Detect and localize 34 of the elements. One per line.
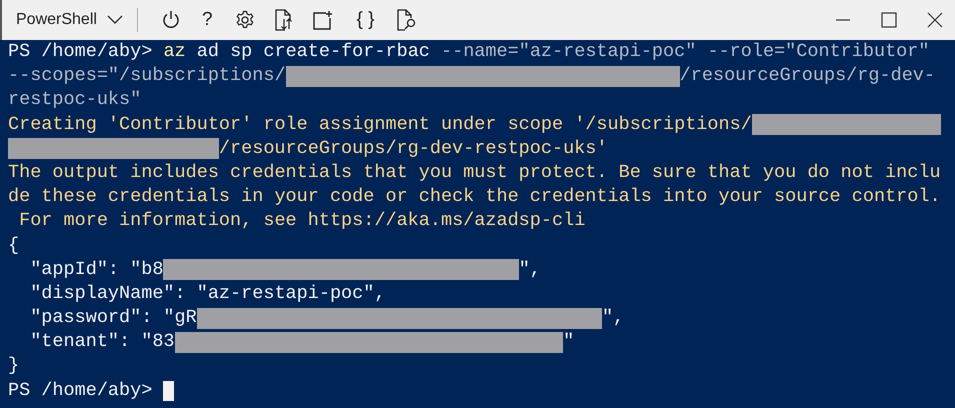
toolbar-button[interactable]: ? [200, 10, 215, 30]
file-search-icon[interactable] [396, 9, 416, 31]
command-text: az [163, 40, 186, 64]
new-session-icon[interactable] [312, 10, 335, 30]
prompt-text: PS /home/aby> [8, 378, 154, 403]
warning-text: For more information, see https://aka.ms/azadsp-cli [18, 209, 586, 234]
parameter-text: /resourceGroups/rg-dev- [680, 64, 935, 88]
close-icon[interactable] [927, 12, 943, 28]
command-text: ad sp create-for-rbac [196, 40, 431, 64]
maximize-icon[interactable] [881, 12, 897, 28]
parameter-text: restpoc-uks" [8, 88, 142, 112]
warning-text: /resourceGroups/rg-dev-restpoc-uks' [218, 136, 608, 161]
output-text: { [8, 234, 20, 258]
output-text: ", [602, 306, 624, 330]
prompt-text: PS /home/aby> [8, 40, 154, 64]
parameter-text: --name="az-restapi-poc" --role="Contributor" [441, 40, 930, 64]
output-text: "tenant": "83 [29, 330, 175, 354]
shell-selector[interactable]: PowerShell [14, 11, 125, 29]
chevron-down-icon [106, 15, 123, 25]
output-text: ", [518, 258, 541, 282]
warning-text: Creating 'Contributor' role assignment under scope '/subscriptions/ [8, 112, 752, 137]
output-text: } [8, 354, 20, 378]
file-transfer-icon[interactable] [274, 9, 293, 31]
output-text: " [563, 330, 574, 354]
settings-icon[interactable] [234, 10, 255, 30]
warning-text: de these credentials in your code or check the credentials into your source control. [8, 185, 941, 210]
output-text: "appId": "b8 [29, 258, 164, 282]
power-icon[interactable] [162, 10, 180, 30]
text-cursor [163, 380, 174, 401]
output-text: "password": "gR [29, 306, 197, 330]
warning-text: The output includes credentials that you must protect. Be sure that you do not inclu [8, 160, 941, 185]
output-text: "displayName": "az-restapi-poc", [29, 282, 386, 306]
parameter-text: --scopes="/subscriptions/ [8, 64, 286, 88]
toolbar-button[interactable]: { } [354, 10, 376, 30]
